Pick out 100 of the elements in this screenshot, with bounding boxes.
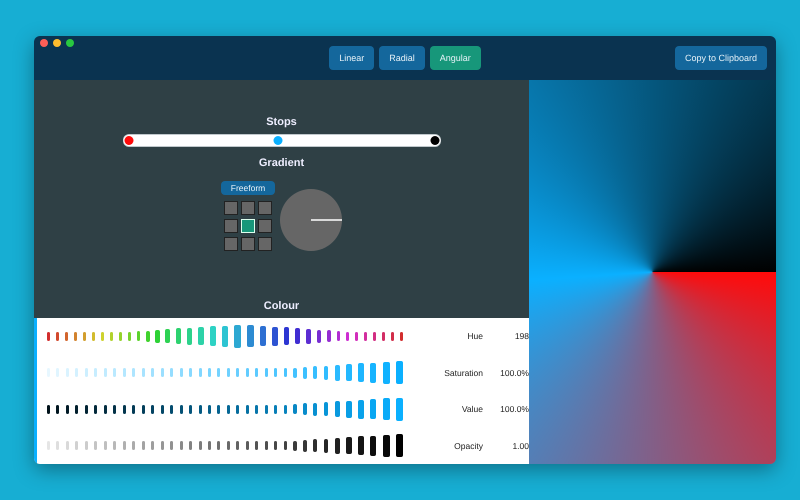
- slider-tick: [370, 436, 376, 456]
- slider-tick: [104, 404, 107, 414]
- slider-tick: [334, 438, 340, 454]
- gradient-type-tab[interactable]: Linear: [329, 46, 374, 70]
- anchor-cell[interactable]: [258, 237, 272, 251]
- slider-tick: [84, 368, 88, 378]
- slider-tick: [382, 332, 385, 341]
- slider-tick: [382, 362, 390, 384]
- slider-thumb[interactable]: [396, 434, 403, 458]
- slider-tick: [94, 441, 98, 450]
- slider-tick: [74, 332, 77, 341]
- slider-tick: [246, 368, 249, 378]
- stops-heading: Stops: [266, 116, 297, 128]
- colour-slider[interactable]: [47, 434, 403, 458]
- slider-tick: [358, 363, 364, 382]
- slider-tick: [64, 332, 68, 341]
- colour-slider[interactable]: [47, 361, 403, 384]
- slider-tick: [222, 326, 228, 347]
- slider-tick: [84, 404, 88, 414]
- slider-tick: [293, 440, 296, 451]
- angle-dial[interactable]: [280, 189, 342, 251]
- close-icon[interactable]: [40, 39, 48, 47]
- slider-tick: [390, 332, 394, 341]
- slider-tick: [56, 404, 60, 414]
- slider-tick: [346, 364, 352, 382]
- slider-tick: [170, 441, 174, 450]
- anchor-cell[interactable]: [258, 219, 272, 233]
- slider-tick: [306, 328, 311, 344]
- slider-tick: [226, 441, 230, 450]
- slider-tick: [170, 404, 174, 414]
- slider-tick: [382, 434, 390, 457]
- slider-tick: [47, 332, 50, 341]
- slider-tick: [302, 366, 307, 379]
- slider-tick: [284, 441, 287, 450]
- slider-tick: [92, 332, 95, 341]
- slider-tick: [370, 362, 376, 383]
- anchor-cell[interactable]: [241, 201, 256, 215]
- slider-tick: [217, 441, 220, 450]
- row-label: Hue: [466, 331, 483, 342]
- gradient-type-tab[interactable]: Radial: [379, 46, 425, 70]
- anchor-cell[interactable]: [258, 201, 272, 215]
- slider-tick: [246, 404, 249, 414]
- slider-tick: [186, 328, 192, 345]
- slider-tick: [260, 326, 266, 346]
- slider-tick: [75, 441, 78, 450]
- slider-tick: [160, 404, 164, 414]
- anchor-cell[interactable]: [241, 237, 256, 251]
- slider-tick: [382, 398, 390, 420]
- slider-thumb[interactable]: [396, 398, 403, 421]
- anchor-cell[interactable]: [224, 237, 238, 251]
- slider-thumb[interactable]: [234, 324, 241, 348]
- colour-slider[interactable]: [47, 324, 403, 348]
- slider-tick: [302, 440, 307, 452]
- slider-tick: [189, 404, 192, 414]
- copy-button[interactable]: Copy to Clipboard: [674, 46, 767, 70]
- slider-tick: [104, 441, 107, 450]
- colour-heading: Colour: [264, 300, 300, 312]
- slider-tick: [198, 327, 204, 346]
- slider-tick: [47, 404, 50, 414]
- stop-handle[interactable]: [274, 136, 283, 145]
- slider-tick: [346, 400, 352, 418]
- slider-tick: [146, 330, 150, 342]
- gradient-heading: Gradient: [258, 157, 304, 169]
- slider-tick: [198, 368, 202, 378]
- stop-handle[interactable]: [124, 136, 133, 145]
- row-label: Opacity: [453, 440, 483, 451]
- slider-tick: [100, 332, 104, 341]
- slider-tick: [346, 437, 352, 454]
- slider-tick: [56, 441, 60, 450]
- slider-thumb[interactable]: [396, 361, 403, 384]
- slider-tick: [293, 404, 296, 414]
- slider-tick: [284, 368, 287, 378]
- slider-tick: [132, 368, 136, 378]
- anchor-cell[interactable]: [224, 219, 238, 233]
- slider-tick: [236, 368, 240, 378]
- row-label: Value: [460, 404, 483, 414]
- freeform-button[interactable]: Freeform: [220, 181, 276, 195]
- slider-tick: [313, 439, 318, 452]
- gradient-type-tab[interactable]: Angular: [430, 46, 481, 70]
- slider-tick: [295, 328, 300, 344]
- slider-tick: [75, 368, 78, 378]
- slider-tick: [151, 441, 154, 450]
- colour-slider[interactable]: [47, 398, 403, 421]
- slider-tick: [255, 368, 258, 378]
- slider-tick: [236, 441, 240, 450]
- slider-tick: [246, 325, 254, 348]
- slider-tick: [246, 441, 249, 450]
- slider-tick: [255, 404, 258, 414]
- row-value: 1.00: [511, 440, 529, 451]
- slider-tick: [142, 404, 145, 414]
- slider-tick: [334, 401, 340, 418]
- slider-tick: [132, 441, 136, 450]
- stop-handle[interactable]: [430, 136, 439, 145]
- slider-tick: [355, 332, 358, 341]
- zoom-icon[interactable]: [66, 39, 74, 47]
- slider-tick: [370, 399, 376, 420]
- slider-tick: [66, 441, 69, 450]
- minimize-icon[interactable]: [53, 39, 61, 47]
- stops-track[interactable]: [122, 134, 440, 147]
- anchor-cell[interactable]: [224, 201, 238, 215]
